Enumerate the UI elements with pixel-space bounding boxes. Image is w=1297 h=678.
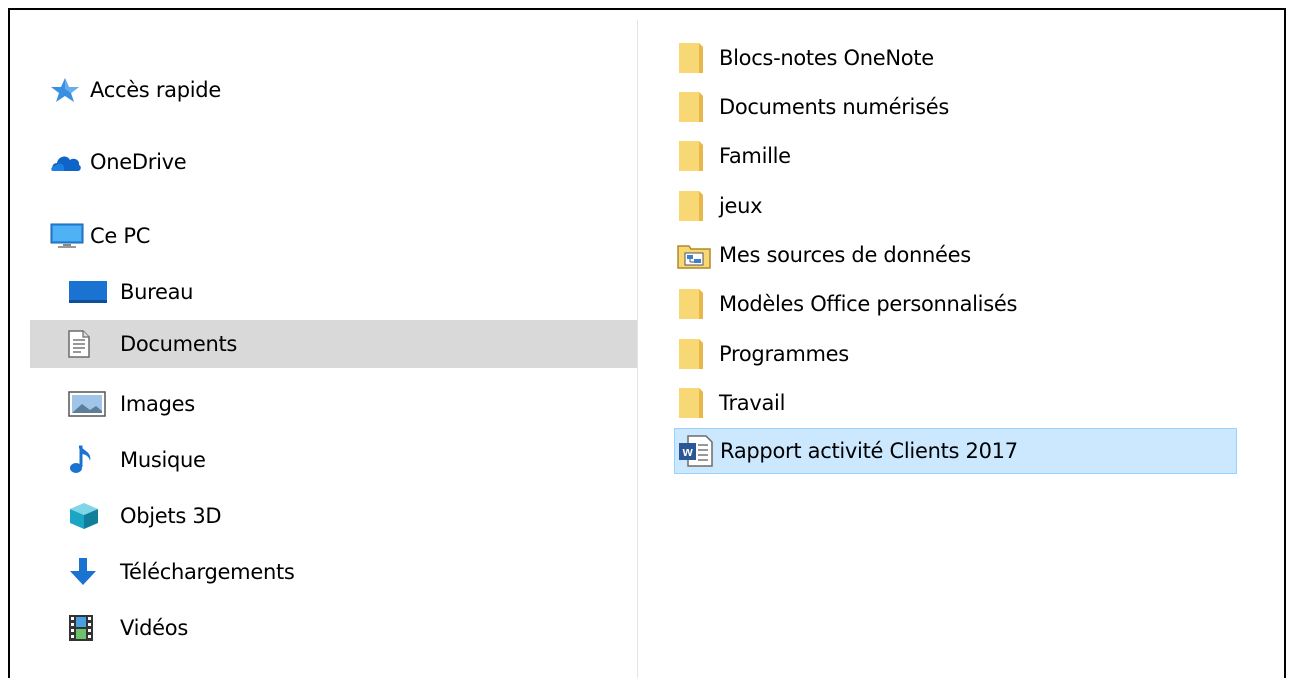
nav-item-videos[interactable]: Vidéos (68, 604, 188, 652)
file-name: Famille (719, 144, 791, 168)
nav-item-label: Ce PC (90, 224, 151, 248)
pictures-icon (68, 389, 120, 419)
file-name: Blocs-notes OneNote (719, 46, 934, 70)
star-icon (50, 75, 90, 105)
folder-icon (677, 89, 719, 125)
nav-item-label: Vidéos (120, 616, 188, 640)
nav-item-label: OneDrive (90, 150, 187, 174)
3d-objects-icon (68, 501, 120, 531)
file-item-folder[interactable]: Blocs-notes OneNote (677, 38, 934, 78)
nav-item-onedrive[interactable]: OneDrive (50, 138, 187, 186)
nav-item-label: Musique (120, 448, 206, 472)
file-item-data-sources[interactable]: Mes sources de données (677, 235, 971, 275)
music-icon (68, 445, 120, 475)
nav-item-musique[interactable]: Musique (68, 436, 206, 484)
file-item-folder[interactable]: Travail (677, 383, 785, 423)
file-item-word-document[interactable]: w Rapport activité Clients 2017 (674, 428, 1237, 474)
file-item-folder[interactable]: jeux (677, 186, 763, 226)
cloud-icon (50, 147, 90, 177)
nav-item-label: Accès rapide (90, 78, 221, 102)
nav-item-label: Téléchargements (120, 560, 295, 584)
pane-divider[interactable] (637, 20, 638, 678)
download-icon (68, 557, 120, 587)
file-item-folder[interactable]: Modèles Office personnalisés (677, 284, 1017, 324)
file-explorer-window: Accès rapide OneDrive Ce PC Bureau Docum… (8, 8, 1286, 678)
file-name: Programmes (719, 342, 849, 366)
nav-item-documents[interactable]: Documents (30, 320, 637, 368)
nav-item-images[interactable]: Images (68, 380, 195, 428)
computer-icon (50, 221, 90, 251)
nav-item-label: Documents (120, 332, 238, 356)
nav-item-acces-rapide[interactable]: Accès rapide (50, 66, 221, 114)
file-item-folder[interactable]: Documents numérisés (677, 87, 949, 127)
nav-item-objets-3d[interactable]: Objets 3D (68, 492, 222, 540)
file-name: Modèles Office personnalisés (719, 292, 1018, 316)
navigation-pane: Accès rapide OneDrive Ce PC Bureau Docum… (10, 10, 637, 678)
nav-item-bureau[interactable]: Bureau (68, 268, 193, 316)
file-item-folder[interactable]: Famille (677, 136, 791, 176)
folder-icon (677, 138, 719, 174)
file-item-folder[interactable]: Programmes (677, 334, 849, 374)
video-icon (68, 613, 120, 643)
nav-item-label: Bureau (120, 280, 194, 304)
nav-item-ce-pc[interactable]: Ce PC (50, 212, 150, 260)
documents-icon (68, 329, 120, 359)
word-document-icon: w (678, 433, 720, 469)
folder-icon (677, 385, 719, 421)
svg-text:w: w (682, 444, 694, 459)
file-name: jeux (719, 194, 763, 218)
folder-icon (677, 40, 719, 76)
desktop-icon (68, 277, 120, 307)
file-name: Documents numérisés (719, 95, 949, 119)
nav-item-label: Images (120, 392, 195, 416)
folder-icon (677, 286, 719, 322)
file-name: Mes sources de données (719, 243, 971, 267)
file-name: Travail (719, 391, 786, 415)
folder-icon (677, 188, 719, 224)
file-name: Rapport activité Clients 2017 (720, 439, 1018, 463)
data-sources-folder-icon (677, 237, 719, 273)
nav-item-telechargements[interactable]: Téléchargements (68, 548, 295, 596)
nav-item-label: Objets 3D (120, 504, 222, 528)
folder-icon (677, 336, 719, 372)
